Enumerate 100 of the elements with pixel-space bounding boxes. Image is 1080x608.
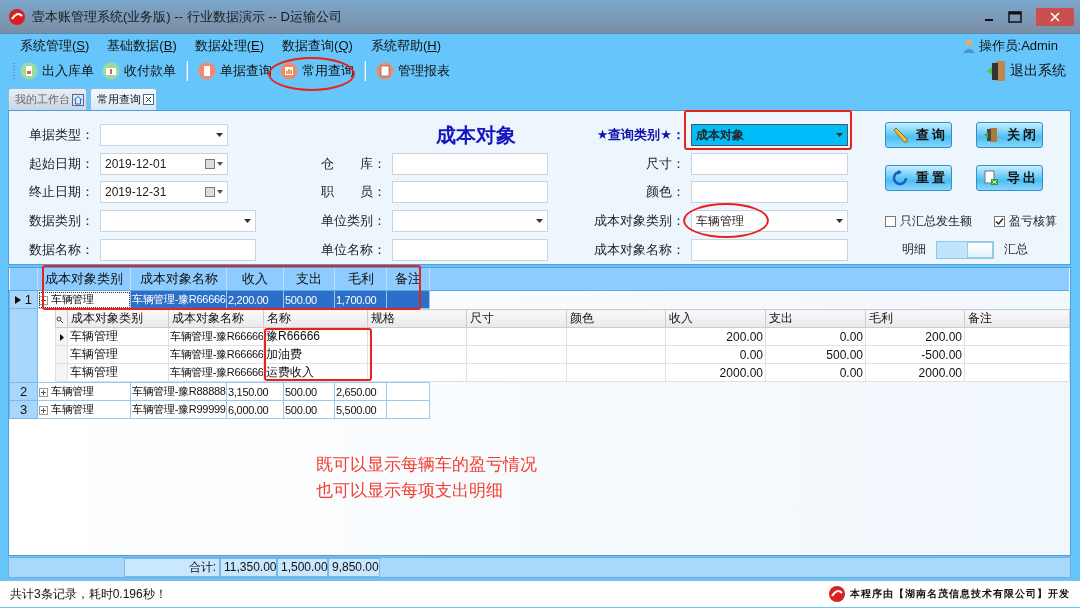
field-label: 单位类别：: [320, 212, 387, 231]
table-cell: 车辆管理: [51, 403, 94, 415]
checkmark-icon: [995, 216, 1004, 226]
table-cell: 500.00: [285, 403, 317, 416]
table-cell: 2,650.00: [336, 385, 377, 398]
caret-icon: [216, 133, 223, 137]
current-row-icon: [59, 333, 64, 341]
dropdown[interactable]: [100, 210, 256, 233]
door-icon: [986, 60, 1008, 82]
column-header[interactable]: 成本对象类别: [37, 268, 131, 291]
column-header[interactable]: 支出: [765, 309, 866, 328]
table-cell: 车辆管理: [51, 293, 94, 305]
toggle-switch[interactable]: [936, 240, 994, 259]
menu-item[interactable]: 数据查询(Q): [282, 37, 353, 55]
menu-item[interactable]: 系统帮助(H): [370, 37, 441, 55]
home-icon[interactable]: [72, 93, 84, 106]
refresh-icon: [891, 170, 908, 187]
caret-icon: [244, 219, 251, 224]
field-label: ★查询类别★：: [595, 126, 686, 144]
button[interactable]: 导 出: [976, 165, 1043, 192]
switch-label: 汇总: [1004, 241, 1028, 259]
annotation-text: 既可以显示每辆车的盈亏情况: [316, 454, 537, 476]
tab[interactable]: 我的工作台: [8, 88, 87, 110]
column-header[interactable]: 毛利: [334, 268, 387, 291]
money-icon: [102, 62, 120, 80]
table-cell: 5,500.00: [336, 403, 377, 416]
caret-icon: [536, 219, 543, 224]
field-label: 职 员：: [320, 183, 387, 202]
toolbar-button[interactable]: 管理报表: [376, 62, 450, 80]
column-header[interactable]: 支出: [283, 268, 335, 291]
input-field[interactable]: [691, 181, 848, 204]
input-field[interactable]: [691, 238, 848, 261]
input-field[interactable]: [392, 152, 548, 175]
total-cell: 1,500.00: [277, 558, 328, 577]
column-header[interactable]: 规格: [367, 309, 467, 328]
column-header[interactable]: 颜色: [566, 309, 666, 328]
input-field[interactable]: [392, 238, 548, 261]
menu-item[interactable]: 系统管理(S): [20, 37, 90, 55]
column-header[interactable]: 备注: [964, 309, 1070, 328]
door-icon: [982, 127, 999, 143]
field-label: 成本对象名称：: [593, 240, 686, 259]
table-cell: 豫R66666: [266, 329, 321, 343]
row-number: 2: [19, 384, 28, 399]
field-label: 数据类别：: [28, 212, 95, 231]
toolbar-button[interactable]: 收付款单: [102, 62, 176, 80]
collapse-icon[interactable]: [39, 295, 48, 305]
input-field[interactable]: [100, 238, 256, 261]
company-logo-icon: [828, 585, 846, 603]
window-title: 壹本账管理系统(业务版) -- 行业数据演示 -- D运输公司: [32, 7, 343, 26]
table-cell: 500.00: [285, 293, 317, 306]
column-header[interactable]: 毛利: [865, 309, 965, 328]
dropdown[interactable]: 成本对象: [691, 124, 848, 146]
search-icon[interactable]: [56, 315, 63, 323]
input-field[interactable]: [392, 181, 548, 204]
tab[interactable]: 常用查询: [90, 88, 157, 110]
exit-button[interactable]: 退出系统: [986, 60, 1066, 82]
checkbox[interactable]: 盈亏核算: [994, 212, 1057, 230]
current-row-icon: [15, 296, 22, 304]
operator-label: 操作员:Admin: [978, 37, 1058, 55]
total-cell: 11,350.00: [220, 558, 277, 577]
form-title: 成本对象: [435, 124, 517, 146]
column-header[interactable]: 成本对象名称: [130, 268, 227, 291]
table-cell: 200.00: [925, 329, 962, 344]
expand-icon[interactable]: [39, 387, 48, 397]
column-header[interactable]: 尺寸: [466, 309, 567, 328]
table-cell: 200.00: [726, 329, 763, 344]
column-header[interactable]: 收入: [226, 268, 284, 291]
table-cell: 运费收入: [266, 365, 314, 379]
column-header[interactable]: 收入: [665, 309, 766, 328]
maximize-icon[interactable]: [1008, 10, 1022, 23]
input-field[interactable]: [691, 152, 848, 175]
table-cell: 车辆管理-豫R66666: [170, 330, 263, 342]
checkbox[interactable]: 只汇总发生额: [885, 212, 972, 230]
date-field[interactable]: 2019-12-31: [100, 181, 228, 204]
field-label: 单位名称：: [320, 240, 387, 259]
expand-icon[interactable]: [39, 405, 48, 415]
table-cell: 500.00: [826, 347, 863, 362]
table-cell: 车辆管理-豫R88888: [132, 385, 226, 397]
export-icon: [982, 170, 999, 187]
table-cell: 2000.00: [918, 365, 962, 380]
status-message: 共计3条记录，耗时0.196秒！: [10, 585, 167, 603]
table-cell: 车辆管理: [70, 347, 118, 361]
table-cell: 车辆管理-豫R66666: [170, 366, 263, 378]
switch-label: 明细: [902, 241, 926, 259]
dropdown[interactable]: [392, 210, 548, 233]
dropdown[interactable]: [100, 124, 228, 146]
button[interactable]: 查 询: [885, 122, 952, 148]
close-button[interactable]: [1036, 7, 1074, 26]
dropdown[interactable]: 车辆管理: [691, 210, 848, 233]
table-cell: 车辆管理-豫R66666: [170, 348, 263, 360]
date-field[interactable]: 2019-12-01: [100, 152, 228, 175]
close-icon[interactable]: [143, 94, 154, 105]
menu-item[interactable]: 基础数据(B): [107, 37, 177, 55]
toolbar-button[interactable]: 出入库单: [20, 62, 94, 80]
button[interactable]: 重 置: [885, 165, 952, 192]
document-icon: [198, 62, 216, 80]
menu-item[interactable]: 数据处理(E): [194, 37, 265, 55]
button[interactable]: 关 闭: [976, 122, 1043, 148]
credit-text: 本程序由【湖南名茂信息技术有限公司】开发: [850, 587, 1070, 601]
close-icon: [1050, 11, 1060, 22]
